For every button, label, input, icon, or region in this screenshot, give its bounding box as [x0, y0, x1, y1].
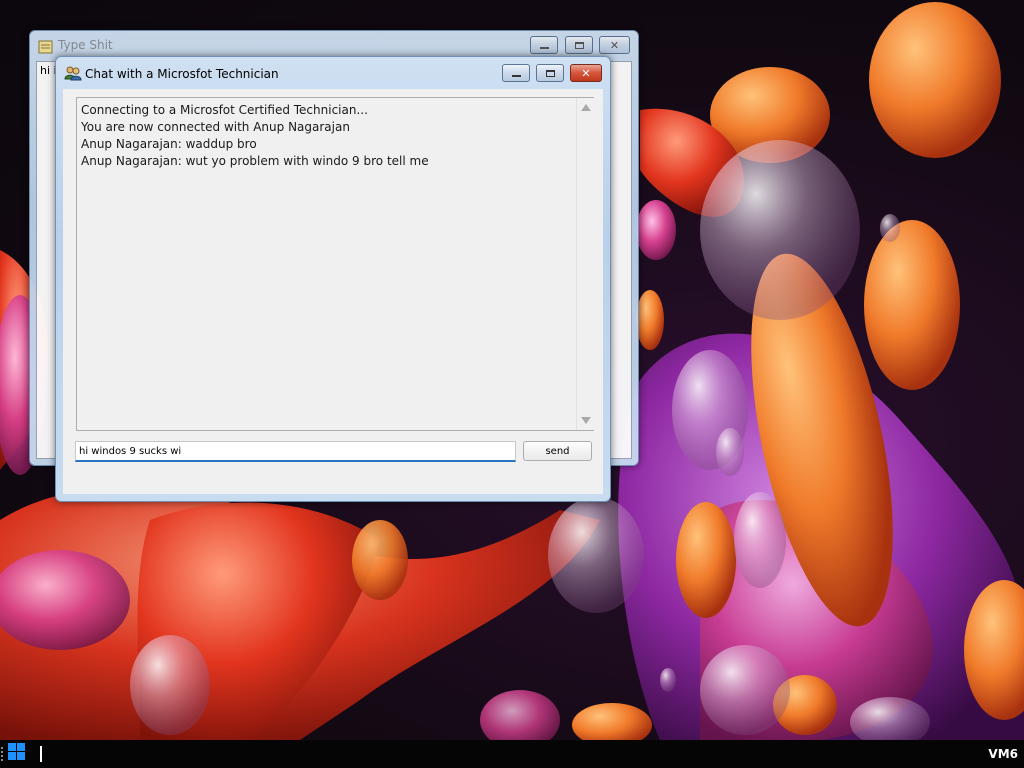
scroll-down-icon[interactable]: [581, 417, 591, 424]
chat-transcript[interactable]: Connecting to a Microsfot Certified Tech…: [76, 97, 594, 431]
maximize-button[interactable]: [536, 64, 564, 82]
close-button[interactable]: ✕: [570, 64, 602, 82]
windows-logo-icon: [8, 743, 26, 765]
chat-message: You are now connected with Anup Nagaraja…: [81, 120, 350, 134]
start-button[interactable]: [4, 743, 30, 765]
minimize-button[interactable]: [530, 36, 558, 54]
chat-message: Connecting to a Microsfot Certified Tech…: [81, 103, 368, 117]
close-button[interactable]: ✕: [599, 36, 630, 54]
chat-message: Anup Nagarajan: waddup bro: [81, 137, 257, 151]
maximize-icon: [545, 69, 555, 77]
chat-window-client: Connecting to a Microsfot Certified Tech…: [63, 89, 603, 494]
minimize-button[interactable]: [502, 64, 530, 82]
message-input[interactable]: [75, 441, 516, 462]
scroll-up-icon[interactable]: [581, 104, 591, 111]
chat-message: Anup Nagarajan: wut yo problem with wind…: [81, 154, 429, 168]
chat-window-title: Chat with a Microsfot Technician: [85, 67, 279, 81]
chat-window[interactable]: Chat with a Microsfot Technician ✕ Conne…: [55, 56, 611, 502]
taskbar-search-caret[interactable]: [40, 746, 42, 762]
minimize-icon: [511, 74, 521, 77]
chat-message-list: Connecting to a Microsfot Certified Tech…: [81, 102, 572, 170]
maximize-icon: [574, 41, 584, 49]
minimize-icon: [539, 46, 549, 49]
background-window-title: Type Shit: [58, 38, 113, 52]
taskbar: VM6: [0, 740, 1024, 768]
users-icon: [64, 65, 82, 85]
machine-label: VM6: [988, 747, 1018, 761]
chat-window-titlebar[interactable]: Chat with a Microsfot Technician ✕: [56, 57, 610, 85]
close-icon: ✕: [609, 38, 620, 52]
transcript-scrollbar[interactable]: [576, 98, 594, 430]
maximize-button[interactable]: [565, 36, 593, 54]
notepad-icon: [38, 39, 54, 58]
send-button[interactable]: send: [523, 441, 592, 461]
taskbar-grip: [1, 747, 3, 761]
close-icon: ✕: [581, 66, 591, 80]
background-window-titlebar[interactable]: Type Shit ✕: [30, 31, 638, 59]
